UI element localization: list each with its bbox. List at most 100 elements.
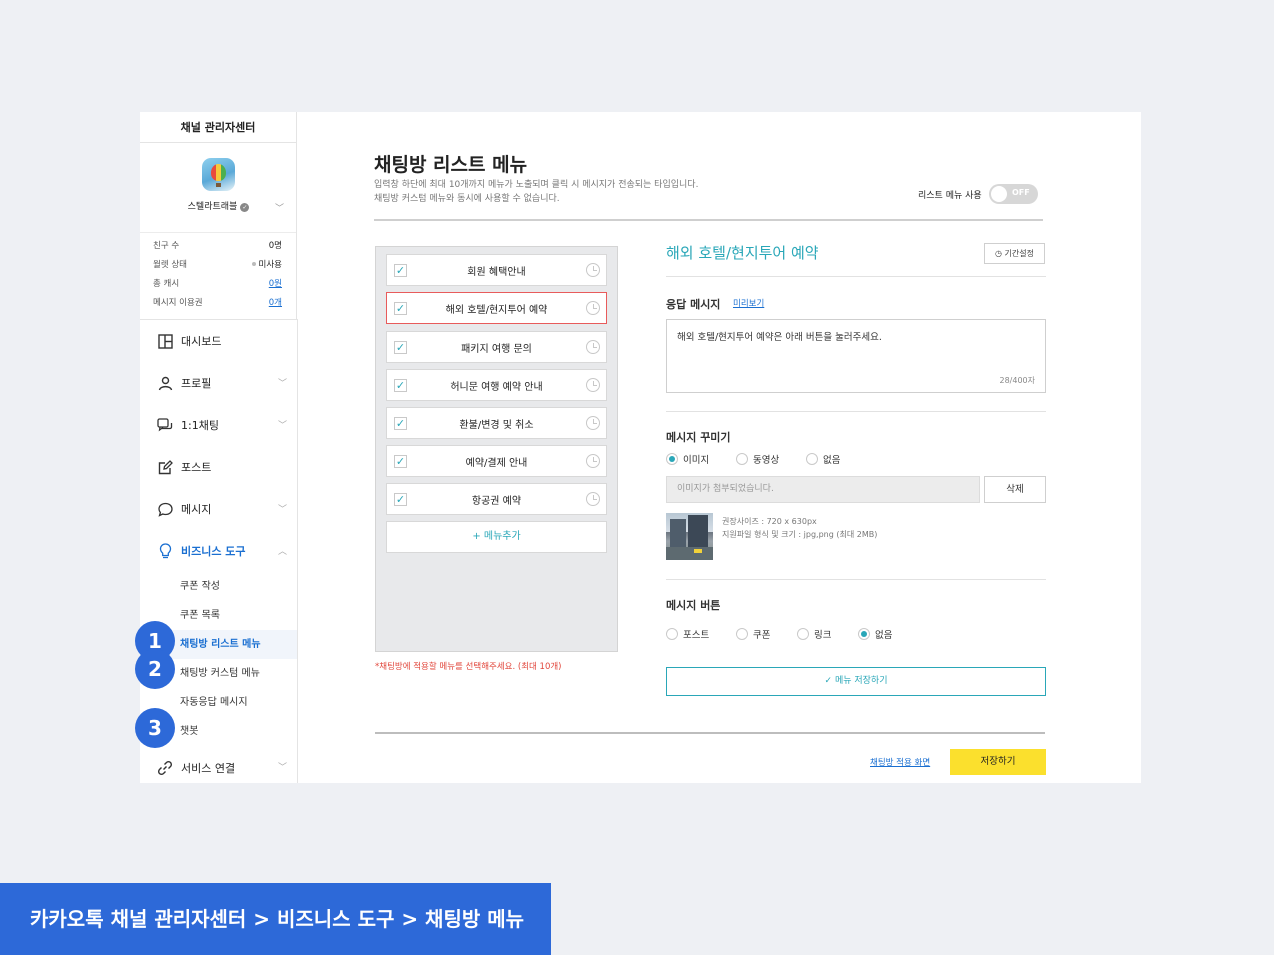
- page-title: 채팅방 리스트 메뉴: [374, 154, 528, 176]
- profile-name-row[interactable]: 스텔라트래블 ✓: [140, 199, 297, 212]
- chevron-down-icon: ﹀: [277, 379, 287, 389]
- image-attach-field: 이미지가 첨부되었습니다.: [666, 476, 980, 503]
- person-icon: [157, 375, 173, 391]
- stat-friends: 친구 수 0명: [153, 241, 282, 251]
- profile-name: 스텔라트래블: [187, 202, 238, 212]
- list-item-selected[interactable]: ✓ 해외 호텔/현지투어 예약: [386, 292, 607, 324]
- period-setting-button[interactable]: ◷ 기간설정: [984, 243, 1045, 264]
- preview-link[interactable]: 미리보기: [733, 297, 764, 309]
- stats-list: 친구 수 0명 월렛 상태 미사용 총 캐시 0원 메시지 이용권 0개: [140, 233, 296, 328]
- save-menu-button[interactable]: ✓ 메뉴 저장하기: [666, 667, 1046, 696]
- step-badge-3: 3: [135, 708, 175, 748]
- chat-bubbles-icon: [157, 417, 173, 433]
- balloon-icon: [211, 164, 226, 181]
- checkbox[interactable]: ✓: [394, 493, 407, 506]
- chevron-down-icon: ﹀: [277, 421, 287, 431]
- divider: [375, 732, 1045, 734]
- panel-note: *채팅방에 적용할 메뉴를 선택해주세요. (최대 10개): [375, 662, 562, 672]
- list-item[interactable]: ✓ 허니문 여행 예약 안내: [386, 369, 607, 401]
- cash-link[interactable]: 0원: [269, 275, 282, 294]
- image-thumbnail: [666, 513, 713, 560]
- list-item[interactable]: ✓ 항공권 예약: [386, 483, 607, 515]
- menu-list-panel: ✓ 회원 혜택안내 ✓ 해외 호텔/현지투어 예약 ✓ 패키지 여행 문의 ✓ …: [375, 246, 618, 652]
- list-item[interactable]: ✓ 환불/변경 및 취소: [386, 407, 607, 439]
- avatar[interactable]: [202, 158, 235, 191]
- radio-image[interactable]: 이미지: [666, 452, 736, 466]
- check-icon: ✓: [824, 676, 833, 686]
- verified-icon: ✓: [240, 203, 250, 212]
- reply-message-textarea[interactable]: 해외 호텔/현지투어 예약은 아래 버튼을 눌러주세요. 28/400자: [666, 319, 1046, 393]
- radio-video[interactable]: 동영상: [736, 452, 806, 466]
- sidebar-item-business-tools[interactable]: 비즈니스 도구 ︿: [140, 530, 297, 572]
- delete-button[interactable]: 삭제: [984, 476, 1046, 503]
- chevron-down-icon: ﹀: [277, 763, 287, 773]
- toggle-label: 리스트 메뉴 사용: [918, 190, 982, 201]
- decorate-radio-group: 이미지 동영상 없음: [666, 452, 840, 466]
- chevron-down-icon[interactable]: ﹀: [275, 201, 284, 214]
- divider: [666, 411, 1046, 412]
- sidebar-subitem-coupon-create[interactable]: 쿠폰 작성: [140, 572, 297, 601]
- char-count: 28/400자: [999, 376, 1035, 385]
- radio-none[interactable]: 없음: [806, 452, 840, 466]
- button-radio-group: 포스트 쿠폰 링크 없음: [666, 627, 892, 641]
- lightbulb-icon: [157, 543, 173, 559]
- radio-post[interactable]: 포스트: [666, 627, 736, 641]
- status-dot-icon: [251, 262, 256, 266]
- chatroom-preview-link[interactable]: 채팅방 적용 화면: [870, 756, 930, 768]
- profile-card: 스텔라트래블 ✓ ﹀: [140, 143, 296, 233]
- chevron-down-icon: ﹀: [277, 505, 287, 515]
- sidebar-item-service-connect[interactable]: 서비스 연결 ﹀: [140, 746, 297, 789]
- link-icon: [157, 760, 173, 776]
- list-item[interactable]: ✓ 패키지 여행 문의: [386, 331, 607, 363]
- clock-icon[interactable]: [586, 378, 600, 392]
- checkbox[interactable]: ✓: [394, 302, 407, 315]
- image-info: 권장사이즈 : 720 x 630px 지원파일 형식 및 크기 : jpg,p…: [722, 517, 878, 539]
- checkbox[interactable]: ✓: [394, 417, 407, 430]
- stat-wallet: 월렛 상태 미사용: [153, 260, 282, 270]
- speech-bubble-icon: [157, 501, 173, 517]
- checkbox[interactable]: ✓: [394, 379, 407, 392]
- sidebar-item-message[interactable]: 메시지 ﹀: [140, 488, 297, 530]
- step-badge-2: 2: [135, 649, 175, 689]
- list-item[interactable]: ✓ 예약/결제 안내: [386, 445, 607, 477]
- divider: [666, 276, 1046, 277]
- radio-coupon[interactable]: 쿠폰: [736, 627, 797, 641]
- list-menu-toggle[interactable]: OFF: [988, 184, 1038, 204]
- add-menu-button[interactable]: + 메뉴추가: [386, 521, 607, 553]
- save-button[interactable]: 저장하기: [950, 749, 1046, 775]
- dashboard-icon: [157, 333, 173, 349]
- clock-icon[interactable]: [586, 340, 600, 354]
- decorate-label: 메시지 꾸미기: [666, 431, 731, 444]
- reply-label: 응답 메시지: [666, 298, 721, 311]
- list-item[interactable]: ✓ 회원 혜택안내: [386, 254, 607, 286]
- edit-icon: [157, 459, 173, 475]
- clock-icon[interactable]: [586, 416, 600, 430]
- sidebar-item-chat[interactable]: 1:1채팅 ﹀: [140, 404, 297, 446]
- chevron-up-icon: ︿: [277, 547, 287, 557]
- app-window: 채널 관리자센터 스텔라트래블 ✓ ﹀ 친구 수 0명 월렛 상태 미사용 총 캐…: [140, 112, 1141, 783]
- clock-icon[interactable]: [586, 263, 600, 277]
- divider: [374, 219, 1043, 221]
- clock-icon[interactable]: [586, 492, 600, 506]
- sidebar-title: 채널 관리자센터: [140, 112, 296, 143]
- checkbox[interactable]: ✓: [394, 341, 407, 354]
- clock-icon: ◷: [995, 249, 1002, 258]
- stat-message-voucher: 메시지 이용권 0개: [153, 294, 282, 313]
- list-menu-toggle-row: 리스트 메뉴 사용 OFF: [918, 184, 1038, 204]
- checkbox[interactable]: ✓: [394, 455, 407, 468]
- voucher-link[interactable]: 0개: [269, 294, 282, 313]
- detail-title: 해외 호텔/현지투어 예약: [666, 244, 819, 262]
- main-content: 채팅방 리스트 메뉴 입력창 하단에 최대 10개까지 메뉴가 노출되며 클릭 …: [298, 112, 1141, 783]
- checkbox[interactable]: ✓: [394, 264, 407, 277]
- page-description: 입력창 하단에 최대 10개까지 메뉴가 노출되며 클릭 시 메시지가 전송되는…: [374, 180, 699, 204]
- radio-link[interactable]: 링크: [797, 627, 858, 641]
- sidebar-item-profile[interactable]: 프로필 ﹀: [140, 362, 297, 404]
- button-label: 메시지 버튼: [666, 599, 721, 612]
- radio-none-button[interactable]: 없음: [858, 627, 892, 641]
- stat-cash: 총 캐시 0원: [153, 275, 282, 294]
- breadcrumb: 카카오톡 채널 관리자센터 > 비즈니스 도구 > 채팅방 메뉴: [0, 883, 551, 955]
- sidebar-item-dashboard[interactable]: 대시보드: [140, 320, 297, 362]
- clock-icon[interactable]: [586, 301, 600, 315]
- sidebar-item-post[interactable]: 포스트: [140, 446, 297, 488]
- clock-icon[interactable]: [586, 454, 600, 468]
